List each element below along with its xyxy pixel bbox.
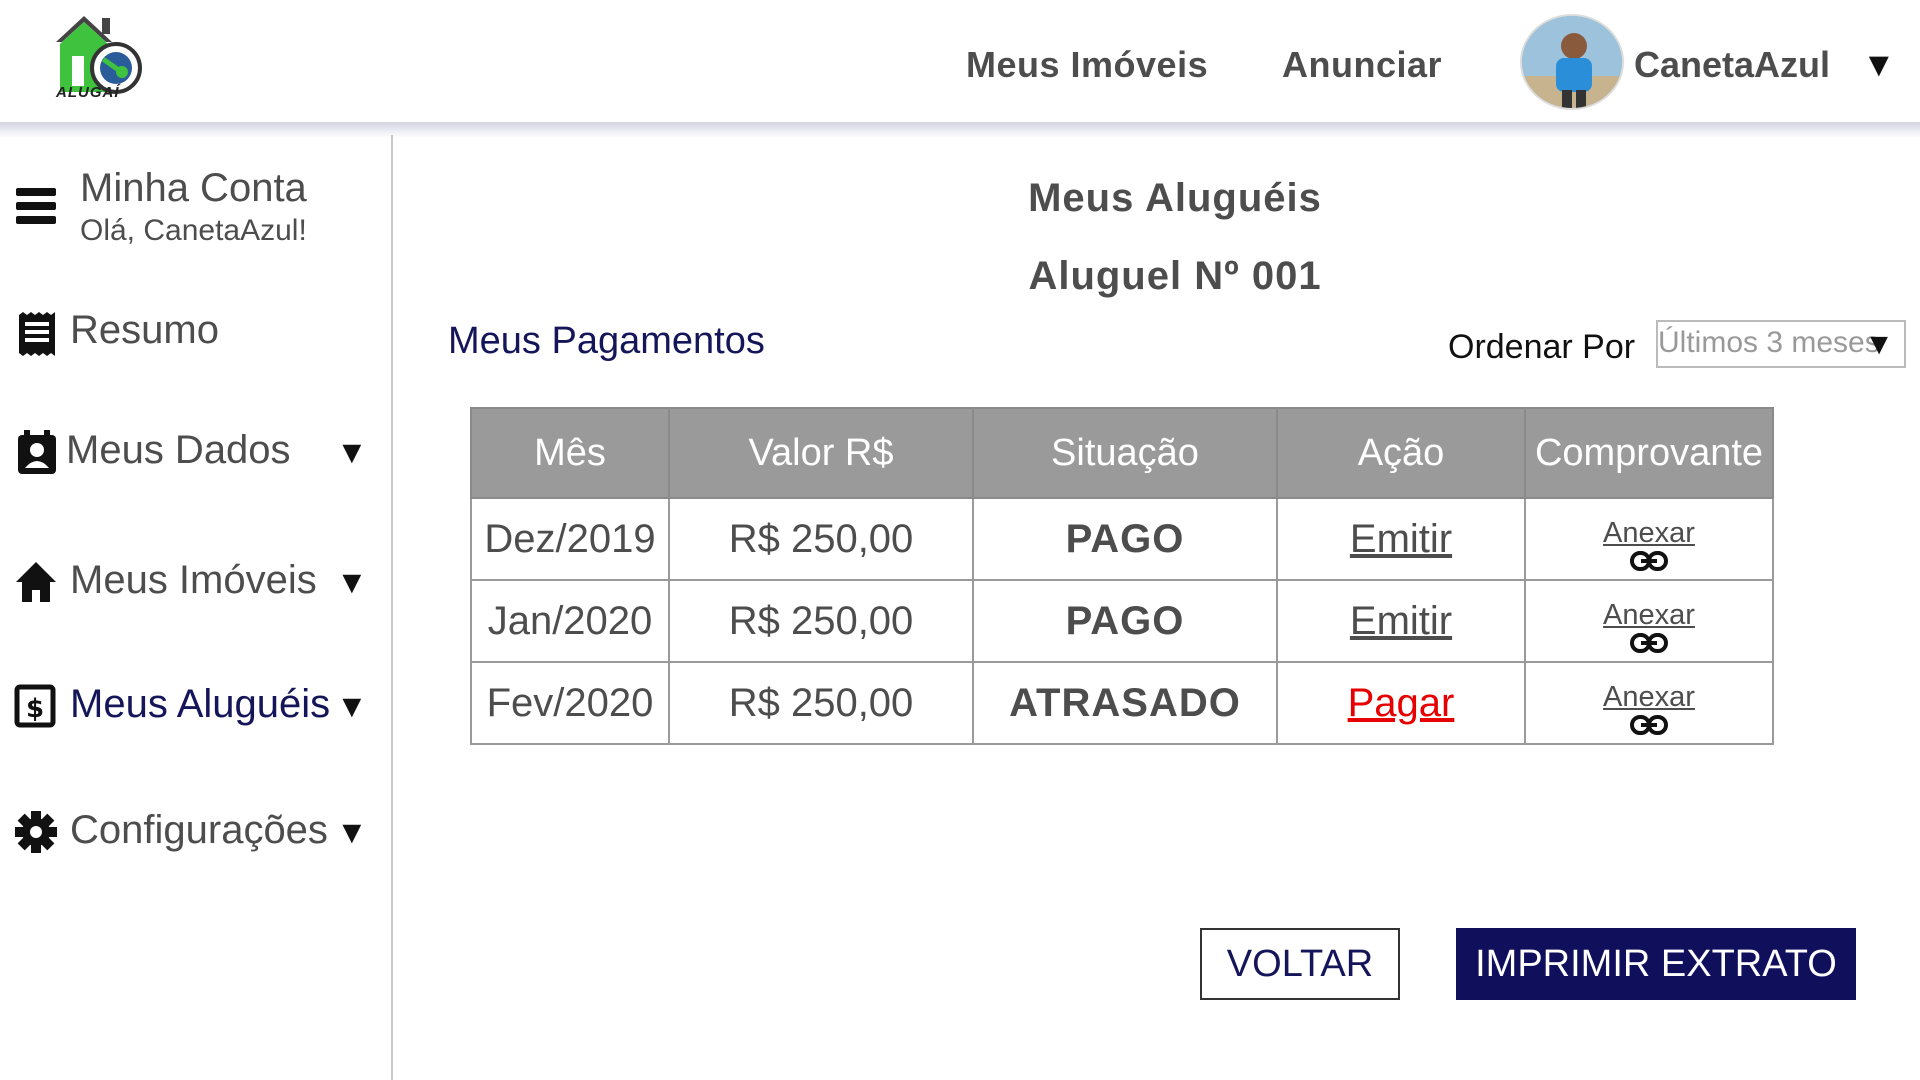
month-cell: Dez/2019 <box>470 497 670 581</box>
column-header-value: Valor R$ <box>668 407 974 499</box>
svg-text:$: $ <box>26 694 44 724</box>
back-button[interactable]: VOLTAR <box>1200 928 1400 1000</box>
month-cell: Fev/2020 <box>470 661 670 745</box>
status-badge: PAGO <box>972 497 1278 581</box>
header-divider <box>0 122 1920 138</box>
sidebar-item-label: Meus Aluguéis <box>70 682 331 726</box>
attach-receipt-button[interactable]: Anexar <box>1603 680 1695 736</box>
dollar-box-icon: $ <box>14 684 56 728</box>
chevron-down-icon[interactable]: ▼ <box>1864 328 1894 362</box>
chevron-down-icon[interactable]: ▼ <box>336 814 368 851</box>
table-row: Dez/2019 R$ 250,00 PAGO Emitir Anexar <box>470 497 1774 581</box>
attach-label: Anexar <box>1603 516 1695 549</box>
table-header-row: Mês Valor R$ Situação Ação Comprovante <box>470 407 1774 499</box>
column-header-receipt: Comprovante <box>1524 407 1774 499</box>
link-icon <box>1629 550 1668 571</box>
sort-label: Ordenar Por <box>1448 328 1636 366</box>
top-header: ALUGAÍ Meus Imóveis Anunciar CanetaAzul … <box>0 0 1920 128</box>
chevron-down-icon[interactable]: ▼ <box>336 434 368 471</box>
link-icon <box>1629 714 1668 735</box>
value-cell: R$ 250,00 <box>668 661 974 745</box>
attach-label: Anexar <box>1603 680 1695 713</box>
value-cell: R$ 250,00 <box>668 579 974 663</box>
payments-heading: Meus Pagamentos <box>448 320 765 362</box>
contact-card-icon <box>16 430 58 474</box>
print-statement-button[interactable]: IMPRIMIR EXTRATO <box>1456 928 1856 1000</box>
user-menu-name[interactable]: CanetaAzul <box>1634 44 1830 86</box>
sort-select-value: Últimos 3 meses <box>1658 326 1880 359</box>
gear-icon <box>14 810 57 854</box>
sidebar-item-label: Meus Imóveis <box>70 558 317 602</box>
nav-anunciar[interactable]: Anunciar <box>1282 44 1442 86</box>
chevron-down-icon[interactable]: ▼ <box>336 688 368 725</box>
chevron-down-icon[interactable]: ▼ <box>336 564 368 601</box>
sidebar-item-label: Resumo <box>70 308 219 352</box>
column-header-month: Mês <box>470 407 670 499</box>
sort-select[interactable]: Últimos 3 meses ▼ <box>1656 320 1906 368</box>
rental-number: Aluguel Nº 001 <box>1028 254 1322 298</box>
sidebar-item-label: Meus Dados <box>66 428 291 472</box>
link-icon <box>1629 632 1668 653</box>
emit-link[interactable]: Emitir <box>1350 599 1452 643</box>
logo-wordmark: ALUGAÍ <box>56 84 120 101</box>
nav-meus-imoveis[interactable]: Meus Imóveis <box>966 44 1208 86</box>
action-cell: Emitir <box>1276 579 1526 663</box>
table-row: Jan/2020 R$ 250,00 PAGO Emitir Anexar <box>470 579 1774 663</box>
attach-receipt-button[interactable]: Anexar <box>1603 598 1695 654</box>
action-cell: Pagar <box>1276 661 1526 745</box>
table-row: Fev/2020 R$ 250,00 ATRASADO Pagar Anexar <box>470 661 1774 745</box>
month-cell: Jan/2020 <box>470 579 670 663</box>
sidebar-item-label: Configurações <box>70 808 328 852</box>
receipt-cell: Anexar <box>1524 579 1774 663</box>
action-cell: Emitir <box>1276 497 1526 581</box>
payments-table: Mês Valor R$ Situação Ação Comprovante D… <box>470 407 1774 745</box>
page-title: Meus Aluguéis <box>1028 176 1322 220</box>
chevron-down-icon[interactable]: ▼ <box>1862 46 1896 85</box>
column-header-action: Ação <box>1276 407 1526 499</box>
status-badge: PAGO <box>972 579 1278 663</box>
receipt-cell: Anexar <box>1524 661 1774 745</box>
avatar[interactable] <box>1520 14 1624 110</box>
value-cell: R$ 250,00 <box>668 497 974 581</box>
column-header-status: Situação <box>972 407 1278 499</box>
home-icon <box>14 560 56 604</box>
pay-link[interactable]: Pagar <box>1348 681 1455 725</box>
attach-receipt-button[interactable]: Anexar <box>1603 516 1695 572</box>
receipt-icon <box>16 312 58 356</box>
receipt-cell: Anexar <box>1524 497 1774 581</box>
status-badge: ATRASADO <box>972 661 1278 745</box>
attach-label: Anexar <box>1603 598 1695 631</box>
emit-link[interactable]: Emitir <box>1350 517 1452 561</box>
